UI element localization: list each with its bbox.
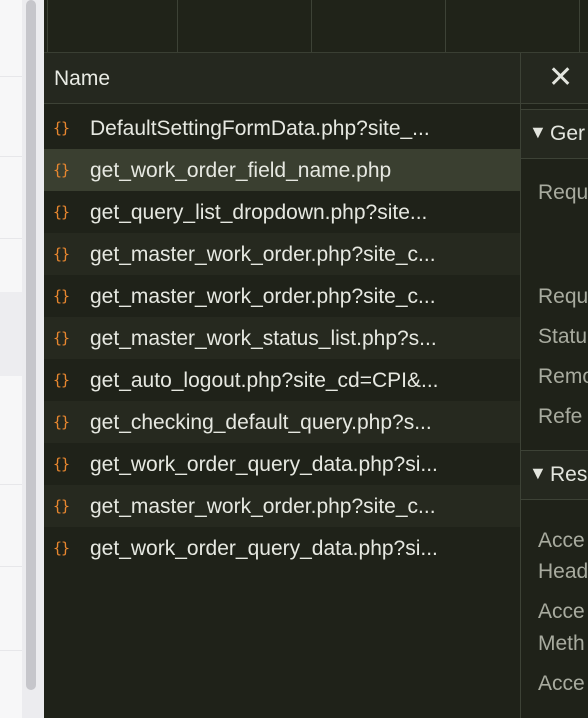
header-field-label: Refe [538,405,583,428]
close-detail-tab[interactable]: ✕ [521,53,588,104]
script-request-icon: {} [53,119,70,137]
script-request-icon: {} [53,161,70,179]
header-field-label: Requ [538,181,588,204]
request-row[interactable]: {} DefaultSettingFormData.php?site_... [44,107,520,149]
header-field-label: Statu [538,325,588,348]
header-field-label: Acce [538,600,585,623]
response-section-title: Res [550,463,588,486]
request-row[interactable]: {} get_master_work_status_list.php?s... [44,317,520,359]
script-request-icon: {} [53,539,70,557]
request-row[interactable]: {} get_auto_logout.php?site_cd=CPI&... [44,359,520,401]
general-section-header[interactable]: ▼ Ger [521,109,588,159]
script-request-icon: {} [53,413,70,431]
request-name: get_auto_logout.php?site_cd=CPI&... [90,369,439,392]
request-detail-pane: ✕ ▼ Ger Requ Requ Statu Remo Refe ▼ Res … [521,53,588,718]
script-request-icon: {} [53,245,70,263]
request-name: get_master_work_order.php?site_c... [90,243,436,266]
script-request-icon: {} [53,287,70,305]
script-request-icon: {} [53,455,70,473]
script-request-icon: {} [53,497,70,515]
script-request-icon: {} [53,203,70,221]
request-name: get_work_order_query_data.php?si... [90,537,438,560]
waterfall-divider [579,0,580,52]
request-name: get_master_work_status_list.php?s... [90,327,437,350]
request-row[interactable]: {} get_master_work_order.php?site_c... [44,485,520,527]
request-list: {} DefaultSettingFormData.php?site_... {} g… [44,107,520,569]
page-row [0,376,22,485]
header-field-label: Head [538,560,588,583]
request-row[interactable]: {} get_checking_default_query.php?s... [44,401,520,443]
request-name: get_master_work_order.php?site_c... [90,285,436,308]
request-row[interactable]: {} get_work_order_query_data.php?si... [44,527,520,569]
request-row[interactable]: {} get_work_order_query_data.php?si... [44,443,520,485]
request-row[interactable]: {} get_query_list_dropdown.php?site... [44,191,520,233]
header-field-label: Meth [538,632,585,655]
request-name: get_checking_default_query.php?s... [90,411,432,434]
page-row [0,484,22,567]
page-row-highlight [0,292,22,376]
waterfall-overview[interactable] [44,0,588,53]
request-row[interactable]: {} get_master_work_order.php?site_c... [44,275,520,317]
script-request-icon: {} [53,329,70,347]
request-row[interactable]: {} get_work_order_field_name.php [44,149,520,191]
triangle-down-icon: ▼ [529,463,547,483]
page-row [0,566,22,651]
request-row[interactable]: {} get_master_work_order.php?site_c... [44,233,520,275]
waterfall-divider [47,0,48,52]
column-header-label: Name [54,67,111,90]
close-icon[interactable]: ✕ [548,61,573,95]
page-row [0,0,22,77]
request-name: get_work_order_field_name.php [90,159,392,182]
header-field-label: Acce [538,672,585,695]
header-field-label: Acce [538,529,585,552]
request-name: DefaultSettingFormData.php?site_... [90,117,430,140]
page-row [0,76,22,157]
general-section-title: Ger [550,122,586,145]
header-field-label: Remo [538,365,588,388]
triangle-down-icon: ▼ [529,122,547,142]
waterfall-divider [311,0,312,52]
page-content-strip [0,0,44,718]
request-name: get_master_work_order.php?site_c... [90,495,436,518]
header-field-label: Requ [538,285,588,308]
request-name: get_work_order_query_data.php?si... [90,453,438,476]
waterfall-divider [445,0,446,52]
name-column-header[interactable]: Name [44,53,520,104]
page-row [0,156,22,239]
response-headers-section-header[interactable]: ▼ Res [521,450,588,500]
waterfall-divider [177,0,178,52]
page-scrollbar-thumb[interactable] [26,0,36,690]
devtools-network-panel: Name {} DefaultSettingFormData.php?site_.… [44,0,588,718]
request-name: get_query_list_dropdown.php?site... [90,201,428,224]
script-request-icon: {} [53,371,70,389]
